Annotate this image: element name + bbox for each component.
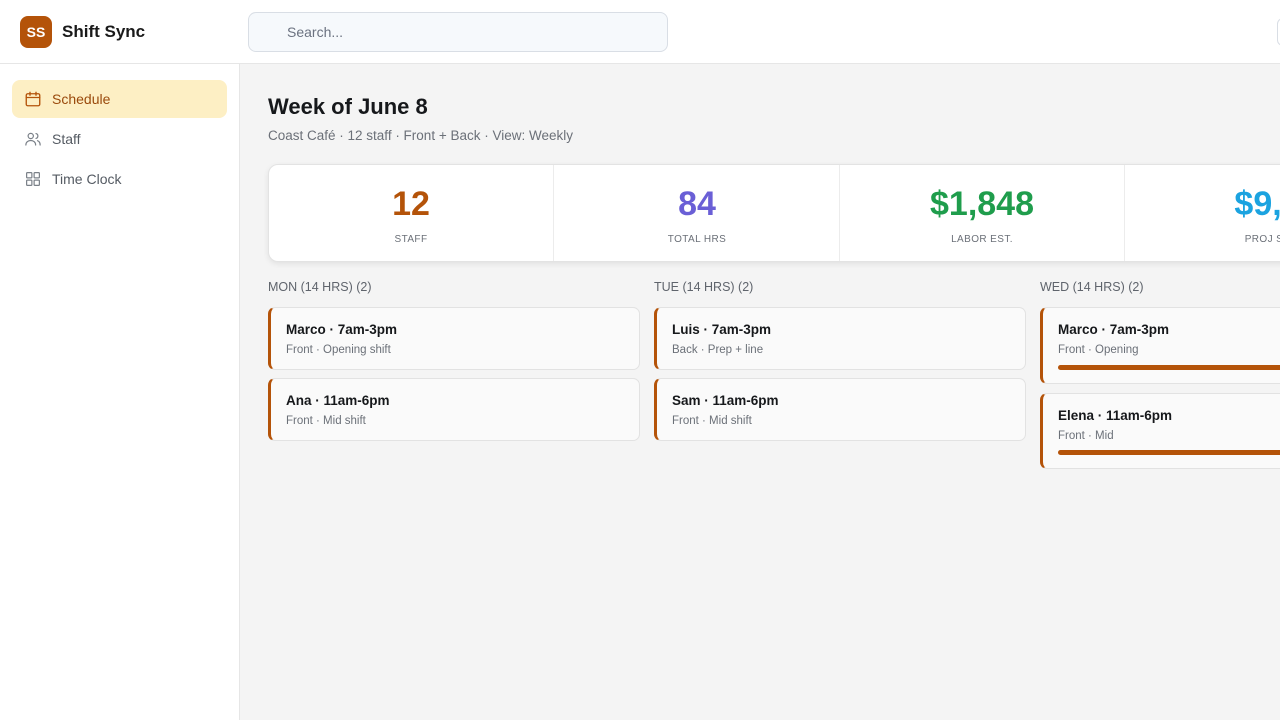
grid-icon [26, 172, 40, 186]
app-name: Shift Sync [62, 22, 146, 41]
stat-labor-est: $1,848 LABOR EST. [840, 165, 1125, 261]
search-box[interactable] [248, 12, 668, 52]
day-column-tue: TUE (14 HRS) (2) Luis · 7am-3pm Back · P… [654, 280, 1026, 441]
app-logo[interactable]: SS [20, 16, 52, 48]
sidebar-item-label: Staff [52, 131, 81, 147]
sidebar-item-label: Schedule [52, 91, 111, 107]
shift-progress-bar [1058, 365, 1280, 370]
sidebar-item-time-clock[interactable]: Time Clock [12, 160, 227, 198]
shift-card[interactable]: Elena · 11am-6pm Front · Mid [1040, 393, 1280, 469]
shift-details: Front · Opening shift [286, 344, 391, 356]
stats-panel: 12 STAFF 84 TOTAL HRS $1,848 LABOR EST. … [268, 164, 1280, 262]
shift-details: Back · Prep + line [672, 344, 764, 356]
day-column-mon: MON (14 HRS) (2) Marco · 7am-3pm Front ·… [268, 280, 640, 441]
sidebar-item-schedule[interactable]: Schedule [12, 80, 227, 118]
sidebar: Schedule Staff Time Clock [0, 64, 240, 720]
stat-label: LABOR EST. [951, 234, 1013, 245]
shift-card[interactable]: Ana · 11am-6pm Front · Mid shift [268, 378, 640, 441]
main-content: Week of June 8 Coast Café · 12 staff · F… [240, 64, 1280, 720]
stat-label: STAFF [394, 234, 428, 245]
stat-label: PROJ SA [1244, 234, 1280, 245]
page-subtitle: Coast Café · 12 staff · Front + Back · V… [268, 128, 573, 143]
stat-value: 84 [678, 185, 716, 223]
top-bar: SS Shift Sync [0, 0, 1280, 64]
day-heading: TUE (14 HRS) (2) [654, 280, 754, 294]
search-input[interactable] [249, 13, 667, 51]
shift-details: Front · Mid shift [286, 415, 366, 427]
stat-total-hrs: 84 TOTAL HRS [555, 165, 840, 261]
users-icon [25, 132, 41, 146]
day-heading: WED (14 HRS) (2) [1040, 280, 1144, 294]
shift-progress-bar [1058, 450, 1280, 455]
stat-staff: 12 STAFF [269, 165, 554, 261]
day-heading: MON (14 HRS) (2) [268, 280, 372, 294]
stat-value: 12 [392, 185, 430, 223]
shift-employee-time: Ana · 11am-6pm [286, 393, 390, 408]
stat-label: TOTAL HRS [667, 234, 727, 245]
shift-employee-time: Elena · 11am-6pm [1058, 408, 1173, 423]
shift-employee-time: Luis · 7am-3pm [672, 322, 772, 337]
sidebar-item-staff[interactable]: Staff [12, 120, 227, 158]
shift-employee-time: Sam · 11am-6pm [672, 393, 779, 408]
shift-employee-time: Marco · 7am-3pm [1058, 322, 1170, 337]
shift-details: Front · Mid [1058, 430, 1114, 442]
stat-value: $9,2 [1234, 185, 1280, 223]
day-column-wed: WED (14 HRS) (2) Marco · 7am-3pm Front ·… [1040, 280, 1280, 469]
shift-employee-time: Marco · 7am-3pm [286, 322, 398, 337]
shift-card[interactable]: Marco · 7am-3pm Front · Opening [1040, 307, 1280, 384]
stat-proj-sales: $9,2 PROJ SA [1125, 165, 1280, 261]
sidebar-item-label: Time Clock [52, 171, 122, 187]
calendar-icon [25, 91, 41, 107]
shift-details: Front · Mid shift [672, 415, 752, 427]
page-title: Week of June 8 [268, 94, 428, 119]
shift-card[interactable]: Marco · 7am-3pm Front · Opening shift [268, 307, 640, 370]
stat-value: $1,848 [930, 185, 1034, 223]
shift-details: Front · Opening [1058, 344, 1139, 356]
shift-card[interactable]: Luis · 7am-3pm Back · Prep + line [654, 307, 1026, 370]
shift-card[interactable]: Sam · 11am-6pm Front · Mid shift [654, 378, 1026, 441]
